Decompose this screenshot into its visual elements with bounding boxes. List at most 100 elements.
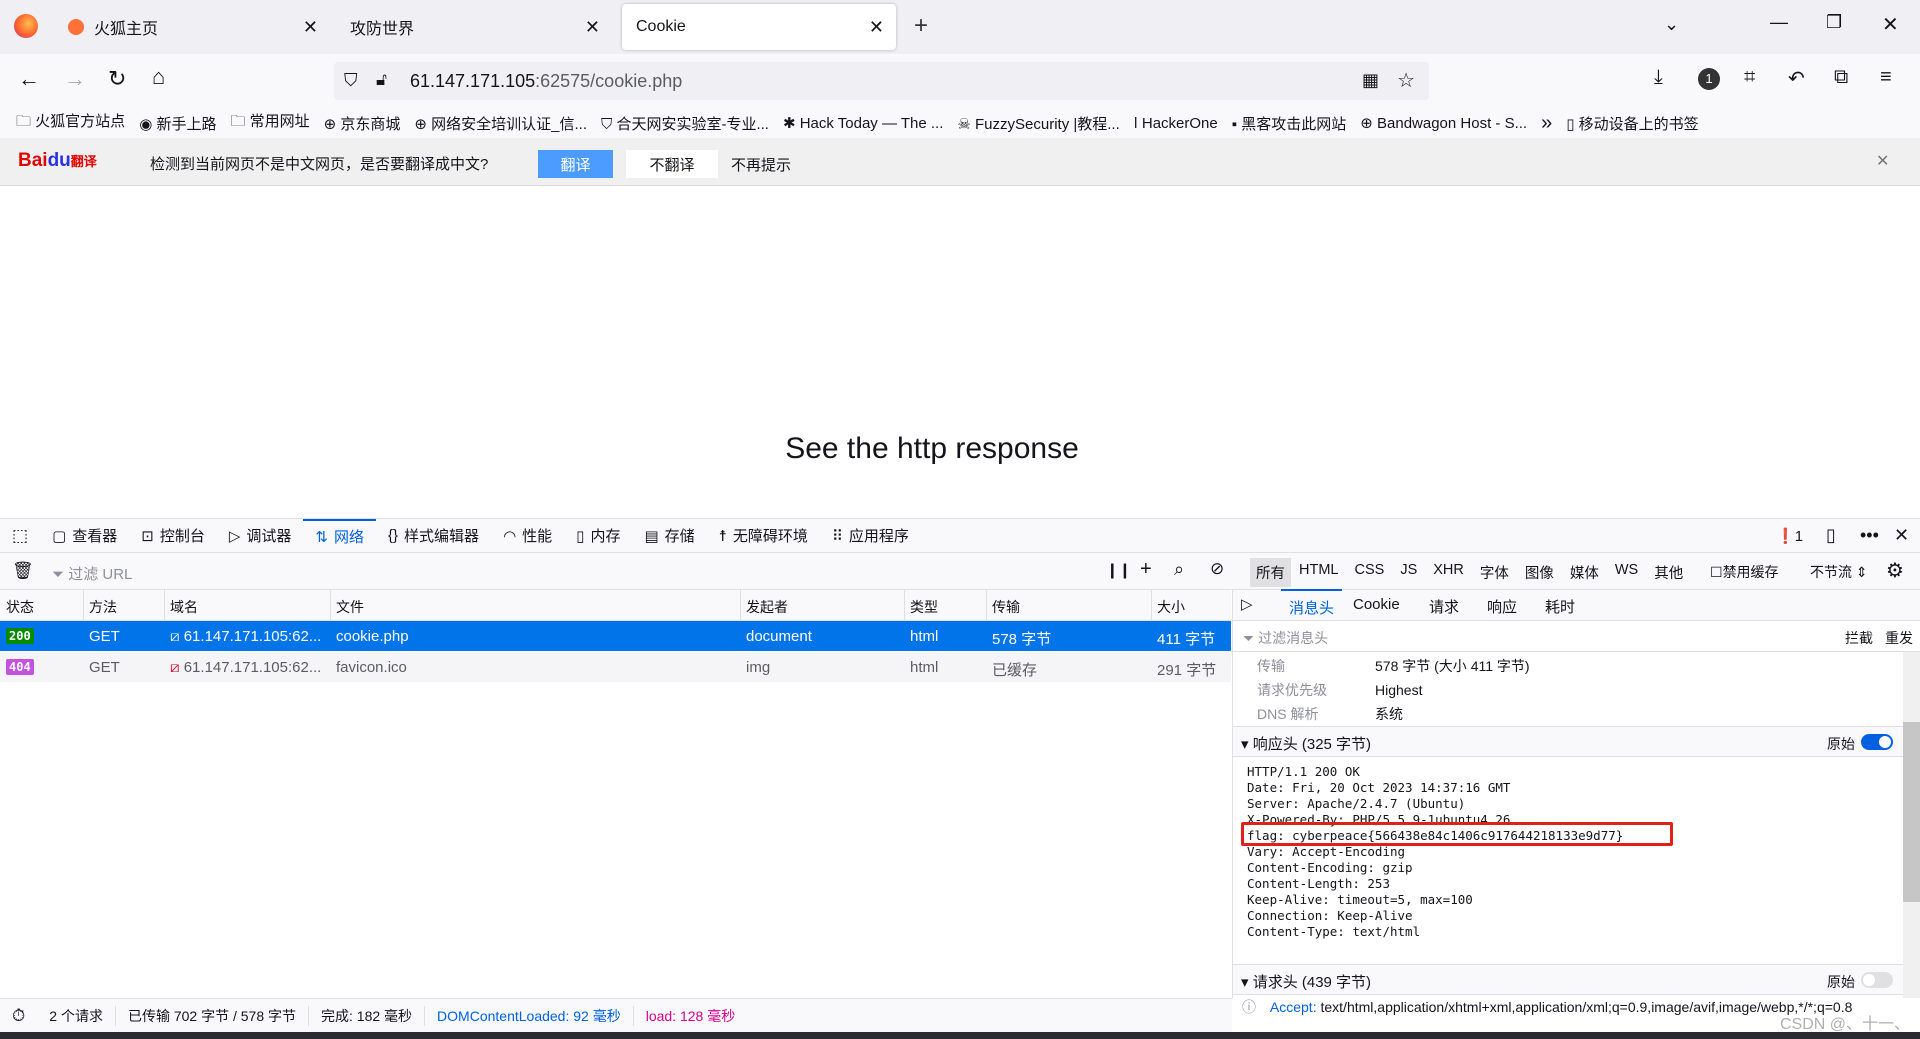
filter-headers-input[interactable]: ⏷ 过滤消息头 [1243,628,1328,648]
tab-timings[interactable]: 耗时 [1545,596,1575,617]
disable-cache-checkbox[interactable]: ☐禁用缓存 [1710,562,1779,582]
throttling-select[interactable]: 不节流 ⇕ [1810,562,1868,582]
minimize-icon[interactable]: — [1770,12,1788,33]
toggle-sidebar-icon[interactable]: ▷ [1241,595,1253,613]
filter-url-input[interactable]: ⏷ 过滤 URL [52,563,132,584]
col-type[interactable]: 类型 [910,597,938,617]
settings-gear-icon[interactable]: ⚙ [1886,558,1904,583]
responsive-design-icon[interactable]: ▯ [1826,525,1836,546]
filter-fonts[interactable]: 字体 [1472,558,1517,587]
bookmark-item[interactable]: ⛉ 合天网安实验室-专业... [601,113,769,134]
stopwatch-icon[interactable]: ⏱ [0,1006,37,1026]
translate-button[interactable]: 翻译 [538,150,613,178]
tool-memory[interactable]: ▯ 内存 [564,519,632,553]
filter-html[interactable]: HTML [1291,558,1346,587]
error-count[interactable]: ❗1 [1776,527,1803,545]
more-options-icon[interactable]: ••• [1860,525,1879,546]
bookmark-item[interactable]: 🗀 火狐官方站点 [16,110,125,136]
firefox-menu-icon[interactable] [14,14,38,38]
no-translate-button[interactable]: 不翻译 [626,150,718,178]
scrollbar[interactable] [1903,652,1920,998]
extensions-icon[interactable]: ⧉ [1834,66,1848,89]
tool-performance[interactable]: ◠ 性能 [491,519,564,553]
tool-inspector[interactable]: ▢ 查看器 [40,519,129,553]
tab-cookies[interactable]: Cookie [1353,596,1400,613]
close-tab-icon[interactable]: ✕ [303,17,318,38]
filter-all[interactable]: 所有 [1250,558,1291,587]
bookmark-item[interactable]: ⊕ Bandwagon Host - S... [1360,114,1527,132]
filter-js[interactable]: JS [1392,558,1425,587]
col-transferred[interactable]: 传输 [992,597,1020,617]
tool-accessibility[interactable]: ☨ 无障碍环境 [707,519,820,553]
element-picker-icon[interactable]: ⬚ [0,519,40,553]
filter-ws[interactable]: WS [1607,558,1646,587]
raw-toggle[interactable] [1861,972,1893,988]
tool-debugger[interactable]: ▷ 调试器 [217,519,304,553]
col-file[interactable]: 文件 [336,597,364,617]
password-manager-icon[interactable]: 1 [1698,68,1720,90]
tab-headers[interactable]: 消息头 [1281,589,1343,618]
raw-toggle[interactable] [1861,734,1893,750]
tool-storage[interactable]: ▤ 存储 [632,519,706,553]
new-tab-icon[interactable]: + [914,12,928,40]
request-headers-section[interactable]: ▾ 请求头 (439 字节) 原始 [1233,964,1903,995]
filter-images[interactable]: 图像 [1517,558,1562,587]
shield-icon[interactable]: ⛉ [344,70,358,91]
bookmark-item[interactable]: ǀ HackerOne [1134,115,1218,132]
restore-icon[interactable]: ❐ [1826,12,1842,33]
tab-firefox-home[interactable]: 火狐主页 ✕ [54,4,330,50]
tool-application[interactable]: ⠿ 应用程序 [820,519,921,553]
bookmark-item[interactable]: 🗀 常用网址 [230,110,309,136]
forward-icon[interactable]: → [64,66,86,92]
tool-console[interactable]: ⊡ 控制台 [129,519,217,553]
undo-icon[interactable]: ↶ [1788,66,1805,91]
home-icon[interactable]: ⌂ [152,64,165,90]
reload-icon[interactable]: ↻ [108,66,126,92]
filter-css[interactable]: CSS [1346,558,1392,587]
close-window-icon[interactable]: ✕ [1882,12,1899,37]
tab-cookie[interactable]: Cookie ✕ [622,4,896,50]
tab-list-icon[interactable]: ⌄ [1664,14,1679,35]
close-translate-icon[interactable]: ✕ [1876,151,1889,171]
bookmarks-overflow-button[interactable]: » [1541,112,1552,135]
mobile-bookmarks[interactable]: ▯ 移动设备上的书签 [1566,113,1698,134]
tab-gongfang[interactable]: 攻防世界 ✕ [336,4,612,50]
insecure-lock-icon[interactable]: 🔓︎ [376,70,387,90]
search-icon[interactable]: ⌕ [1174,559,1184,580]
bookmark-item[interactable]: ⊕ 网络安全培训认证_信... [414,113,587,134]
tool-style-editor[interactable]: {} 样式编辑器 [376,519,491,553]
url-bar[interactable]: ⛉ 🔓︎ 61.147.171.105:62575/cookie.php ▦ ☆ [334,62,1429,100]
col-size[interactable]: 大小 [1157,597,1185,617]
close-tab-icon[interactable]: ✕ [585,17,600,38]
col-method[interactable]: 方法 [89,597,117,617]
col-status[interactable]: 状态 [6,597,34,617]
table-row[interactable]: 200 GET ⧄ 61.147.171.105:62... cookie.ph… [0,621,1231,651]
add-icon[interactable]: + [1140,558,1152,581]
bookmark-item[interactable]: ▪ 黑客攻击此网站 [1232,113,1347,134]
bookmark-star-icon[interactable]: ☆ [1397,68,1415,93]
downloads-icon[interactable]: ⤓ [1654,66,1663,89]
block-button[interactable]: 拦截 [1845,628,1873,648]
never-show-button[interactable]: 不再提示 [730,150,792,178]
bookmark-item[interactable]: ✱ Hack Today — The ... [783,114,943,132]
block-icon[interactable]: ⊘ [1210,559,1224,579]
tab-request[interactable]: 请求 [1429,596,1459,617]
menu-icon[interactable]: ≡ [1880,66,1892,89]
response-headers-section[interactable]: ▾ 响应头 (325 字节) 原始 [1233,726,1903,757]
close-tab-icon[interactable]: ✕ [869,17,884,38]
filter-media[interactable]: 媒体 [1562,558,1607,587]
bookmark-item[interactable]: ☠ FuzzySecurity |教程... [957,113,1119,134]
tool-network[interactable]: ⇅ 网络 [303,518,377,553]
bookmark-item[interactable]: ⊕ 京东商城 [324,113,401,134]
screenshot-icon[interactable]: ⌗ [1744,66,1755,89]
pause-icon[interactable]: ❙❙ [1106,561,1131,579]
col-initiator[interactable]: 发起者 [746,597,788,617]
filter-xhr[interactable]: XHR [1425,558,1472,587]
back-icon[interactable]: ← [18,66,40,92]
trash-icon[interactable]: 🗑︎ [12,561,34,581]
filter-other[interactable]: 其他 [1646,558,1691,587]
qr-code-icon[interactable]: ▦ [1362,70,1379,91]
table-row[interactable]: 404 GET ⧄ 61.147.171.105:62... favicon.i… [0,652,1231,682]
close-devtools-icon[interactable]: ✕ [1894,525,1909,546]
bookmark-item[interactable]: ◉ 新手上路 [139,113,216,134]
